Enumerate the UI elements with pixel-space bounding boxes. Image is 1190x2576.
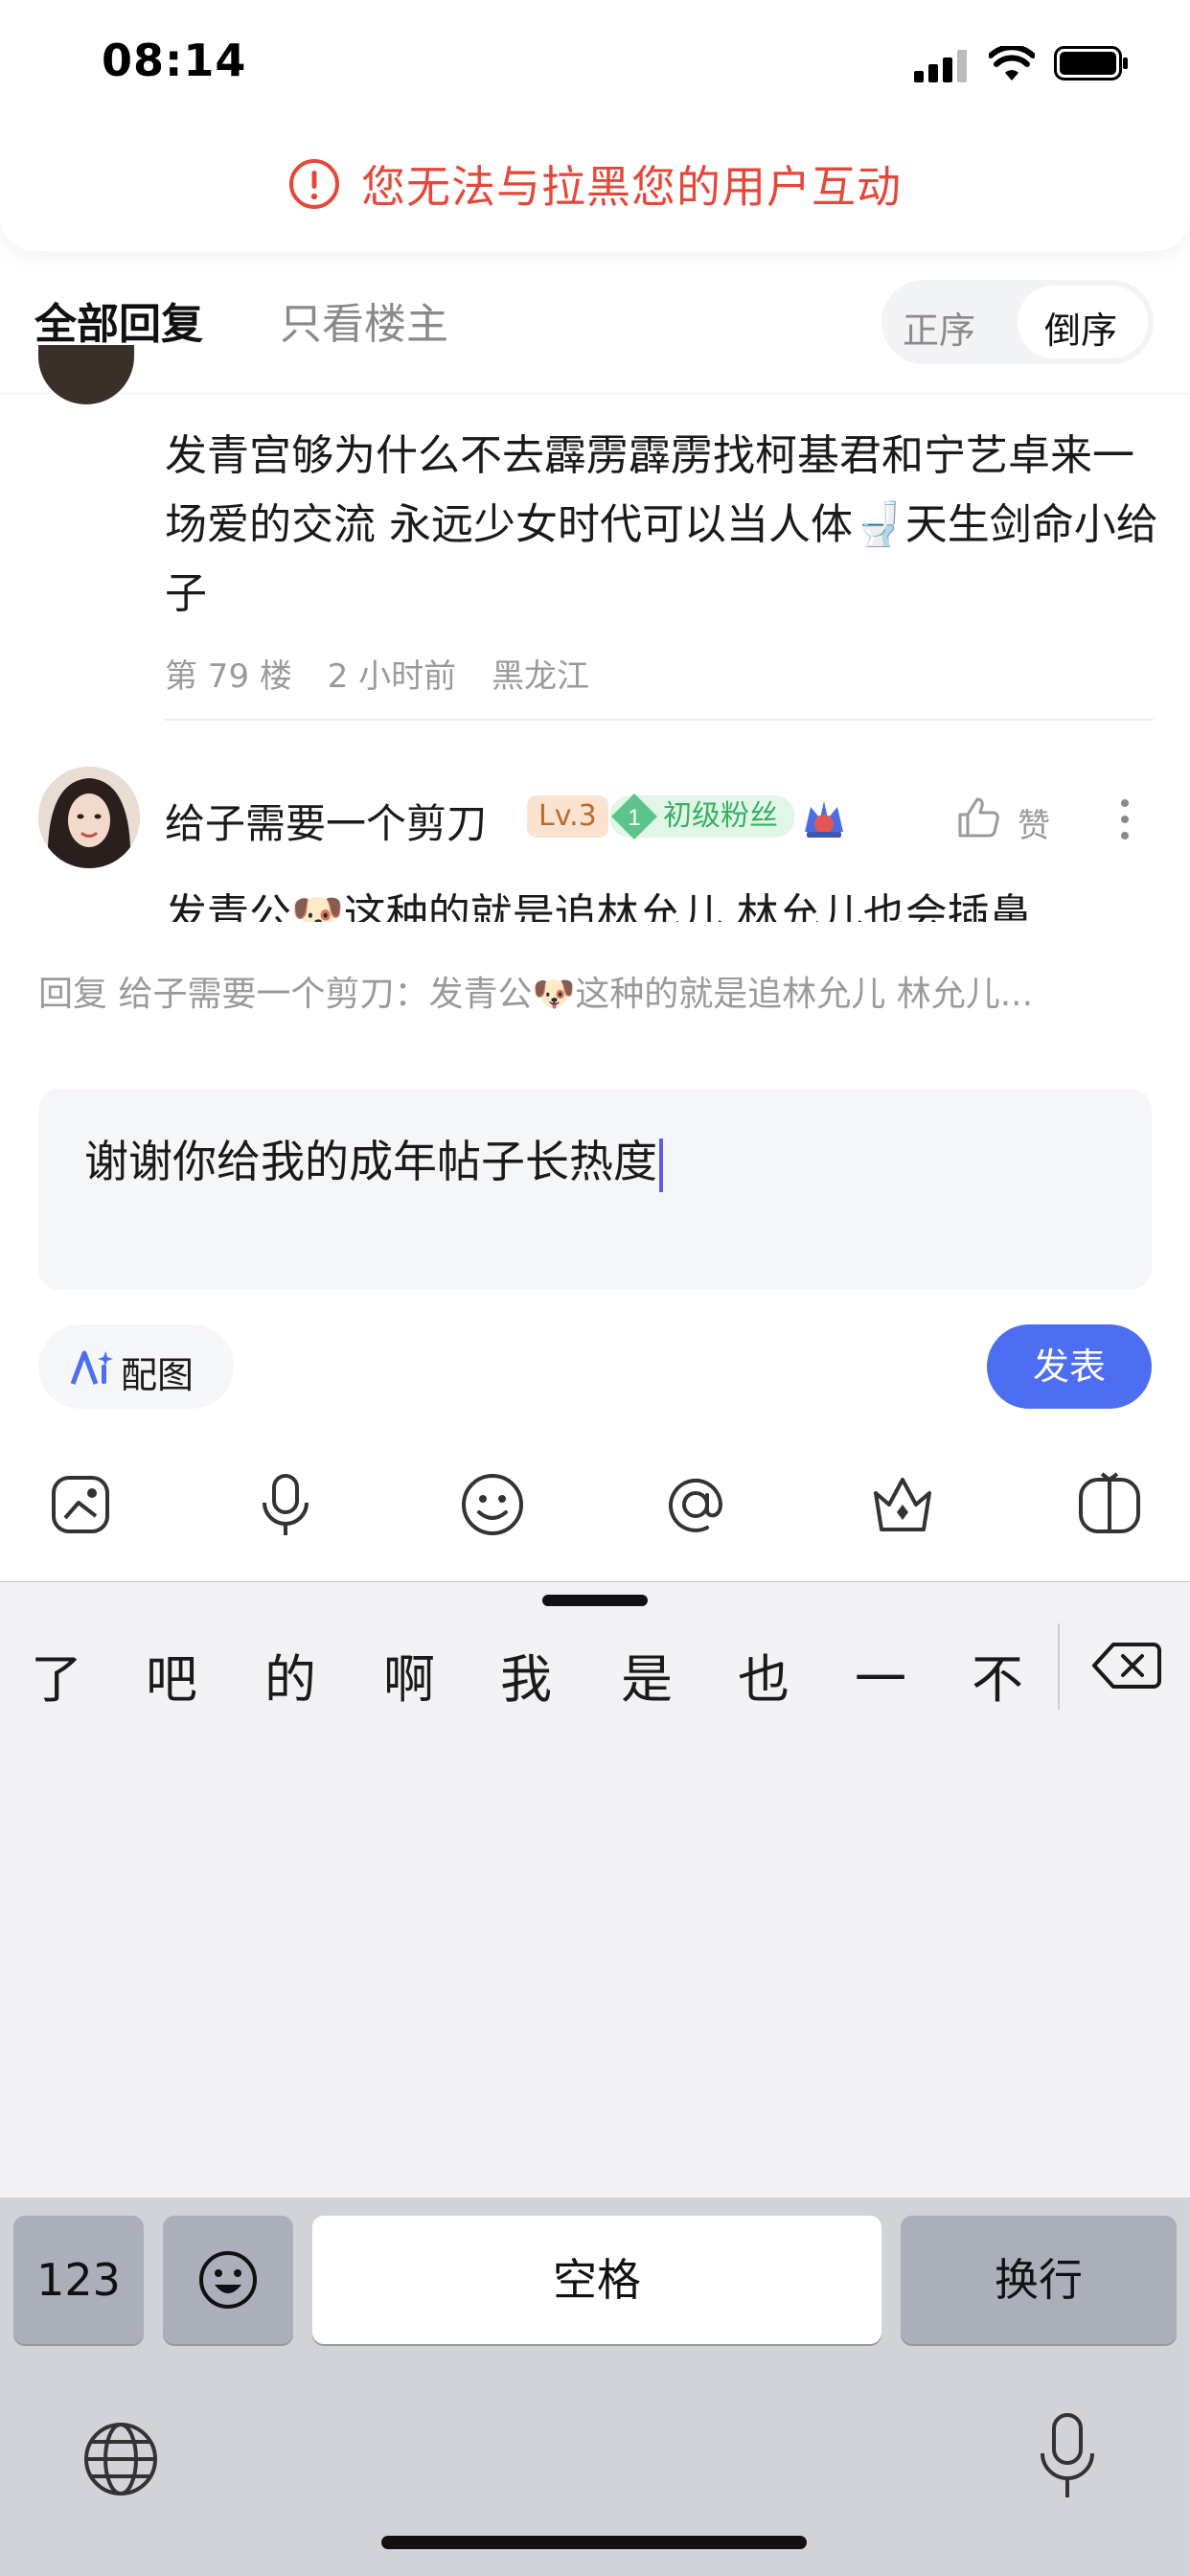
member-badge-icon: [805, 801, 843, 838]
topic-icon[interactable]: [1075, 1470, 1144, 1539]
home-indicator: [381, 2536, 807, 2549]
emoji-icon[interactable]: [458, 1470, 527, 1539]
svg-text:1: 1: [628, 805, 640, 831]
gift-icon[interactable]: [868, 1470, 937, 1539]
post-content: 发青宫够为什么不去霹雳霹雳找柯基君和宁艺卓来一场爱的交流 永远少女时代可以当人体…: [165, 431, 1158, 618]
post-time: 2 小时前: [327, 657, 457, 696]
warning-circle-icon: [289, 159, 339, 209]
reply-input-value[interactable]: 谢谢你给我的成年帖子长热度: [84, 1127, 663, 1192]
candidate-word[interactable]: 啊: [383, 1637, 435, 1713]
avatar[interactable]: [38, 345, 134, 404]
candidate-word[interactable]: 的: [264, 1637, 316, 1713]
battery-icon: [1054, 46, 1128, 80]
sort-descending-button[interactable]: 倒序: [1044, 301, 1117, 354]
sort-ascending-button[interactable]: 正序: [903, 301, 975, 354]
voice-icon[interactable]: [251, 1470, 320, 1539]
status-time: 08:14: [102, 34, 247, 86]
candidate-word[interactable]: 是: [621, 1637, 673, 1713]
keyboard-grabber[interactable]: [542, 1595, 648, 1606]
numbers-key[interactable]: 123: [13, 2216, 144, 2344]
return-key[interactable]: 换行: [901, 2216, 1177, 2344]
candidate-word[interactable]: 了: [31, 1637, 82, 1713]
backspace-icon[interactable]: [1092, 1641, 1161, 1690]
text-caret: [659, 1138, 663, 1192]
cellular-signal-icon: [914, 50, 967, 82]
candidate-word[interactable]: 不: [972, 1637, 1023, 1713]
ai-sparkle-icon: [71, 1350, 113, 1385]
candidate-word[interactable]: 一: [855, 1637, 906, 1713]
divider: [165, 719, 1154, 721]
reply-text: 发青公🐶这种的就是追林允儿 林允儿也会插鼻: [165, 890, 1032, 924]
post-meta: 第 79 楼 2 小时前 黑龙江: [165, 650, 614, 697]
mention-icon[interactable]: [661, 1470, 730, 1539]
tab-all-replies[interactable]: 全部回复: [34, 289, 203, 351]
sticker-icon[interactable]: [46, 1470, 115, 1539]
level-badge: Lv.3: [527, 795, 608, 838]
space-key[interactable]: 空格: [312, 2216, 881, 2344]
reply-content: 发青公🐶这种的就是追林允儿 林允儿也会插鼻: [165, 886, 1171, 924]
publish-button[interactable]: 发表: [987, 1324, 1152, 1409]
user-photo: [38, 767, 140, 868]
ai-image-label[interactable]: 配图: [121, 1346, 194, 1398]
like-button[interactable]: 赞: [1018, 799, 1050, 846]
alert-message: 您无法与拉黑您的用户互动: [361, 161, 902, 213]
avatar[interactable]: [38, 767, 140, 868]
floor-number: 第 79 楼: [165, 657, 292, 696]
alert-row: 您无法与拉黑您的用户互动: [0, 153, 1190, 215]
reply-username[interactable]: 给子需要一个剪刀: [165, 792, 487, 850]
alert-banner: 08:14 您无法与拉黑您的用户互动: [0, 0, 1190, 251]
emoji-icon: [199, 2251, 257, 2309]
candidate-word[interactable]: 我: [500, 1637, 552, 1713]
wifi-icon: [989, 46, 1035, 80]
candidate-word[interactable]: 也: [738, 1637, 790, 1713]
tab-only-op[interactable]: 只看楼主: [280, 289, 448, 351]
fan-level-icon: 1: [611, 794, 657, 840]
reply-quote: 回复 给子需要一个剪刀：发青公🐶这种的就是追林允儿 林允儿...: [38, 975, 1034, 1014]
globe-icon[interactable]: [80, 2419, 161, 2499]
emoji-key[interactable]: [163, 2216, 293, 2344]
post-location: 黑龙江: [491, 657, 589, 696]
dictation-mic-icon[interactable]: [1035, 2411, 1100, 2501]
more-icon[interactable]: [1115, 795, 1134, 843]
divider: [1058, 1623, 1060, 1710]
thumbs-up-icon[interactable]: [954, 794, 1002, 841]
candidate-word[interactable]: 吧: [146, 1637, 197, 1713]
